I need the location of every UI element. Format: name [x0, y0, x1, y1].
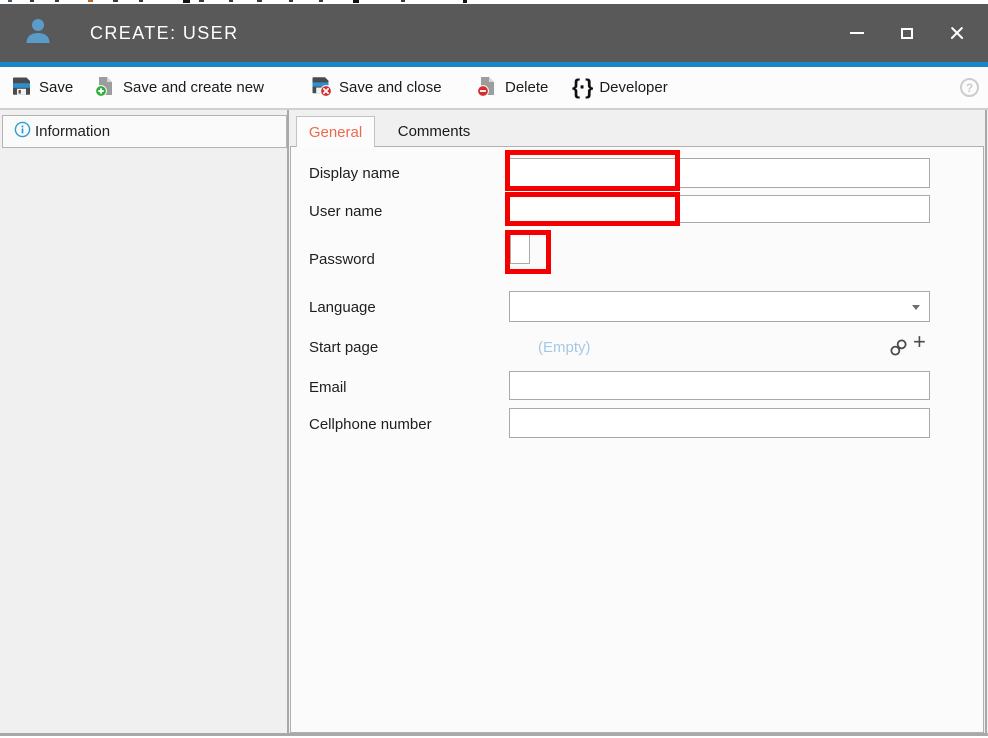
background-artifact	[8, 0, 12, 2]
tab-general[interactable]: General	[296, 116, 375, 147]
window-border-bottom	[0, 733, 988, 736]
background-artifact	[113, 0, 118, 2]
maximize-button[interactable]	[882, 4, 932, 62]
close-icon	[949, 25, 965, 41]
background-artifact	[463, 0, 467, 3]
window-controls	[832, 4, 982, 62]
minimize-button[interactable]	[832, 4, 882, 62]
save-new-icon	[94, 75, 116, 101]
language-label: Language	[309, 299, 376, 316]
email-label: Email	[309, 379, 347, 396]
background-artifact	[401, 0, 405, 2]
background-artifact	[199, 0, 204, 2]
background-artifact	[55, 0, 59, 2]
display-name-label: Display name	[309, 165, 400, 182]
save-icon	[10, 75, 32, 101]
password-input[interactable]	[510, 233, 530, 264]
background-artifact	[319, 0, 323, 2]
user-name-label: User name	[309, 203, 382, 220]
save-and-create-new-label: Save and create new	[123, 79, 264, 96]
close-button[interactable]	[932, 4, 982, 62]
background-artifact	[139, 0, 143, 2]
background-artifact	[183, 0, 190, 3]
create-user-window: CREATE: USER Save	[0, 0, 988, 738]
background-artifact	[30, 0, 34, 2]
tab-comments[interactable]: Comments	[375, 116, 493, 147]
help-icon[interactable]: ?	[960, 78, 979, 97]
cellphone-number-input[interactable]	[509, 408, 930, 438]
language-select[interactable]	[509, 291, 930, 322]
save-button[interactable]: Save	[6, 67, 77, 108]
minimize-icon	[850, 32, 864, 34]
save-close-icon	[310, 75, 332, 101]
maximize-icon	[901, 28, 913, 39]
info-icon	[14, 121, 31, 143]
save-and-close-label: Save and close	[339, 79, 442, 96]
sidebar-item-label: Information	[35, 123, 110, 140]
developer-label: Developer	[599, 79, 667, 96]
toolbar: Save Save and create new	[0, 67, 988, 110]
window-title: CREATE: USER	[90, 23, 239, 44]
email-input[interactable]	[509, 371, 930, 400]
user-name-input[interactable]	[509, 195, 930, 223]
sidebar-item-information[interactable]: Information	[2, 115, 287, 148]
background-artifact	[229, 0, 233, 2]
cellphone-number-label: Cellphone number	[309, 416, 432, 433]
link-icon[interactable]	[888, 337, 909, 363]
delete-button[interactable]: Delete	[472, 67, 552, 108]
add-icon[interactable]: +	[913, 331, 926, 353]
background-artifact	[88, 0, 93, 2]
user-person-icon	[22, 15, 54, 52]
background-artifact	[257, 0, 262, 2]
general-tab-panel: Display name User name Password Language…	[290, 146, 984, 733]
save-label: Save	[39, 79, 73, 96]
titlebar: CREATE: USER	[0, 4, 988, 62]
save-and-close-button[interactable]: Save and close	[306, 67, 446, 108]
password-label: Password	[309, 251, 375, 268]
chevron-down-icon	[912, 305, 920, 310]
start-page-value: (Empty)	[538, 339, 591, 356]
developer-button[interactable]: {·} Developer	[568, 67, 672, 108]
start-page-label: Start page	[309, 339, 378, 356]
delete-icon	[476, 75, 498, 101]
developer-icon: {·}	[572, 77, 592, 98]
save-and-create-new-button[interactable]: Save and create new	[90, 67, 268, 108]
window-border-right	[985, 110, 987, 736]
display-name-input[interactable]	[509, 158, 930, 188]
background-artifact	[289, 0, 293, 2]
sidebar-divider	[287, 110, 289, 736]
delete-label: Delete	[505, 79, 548, 96]
background-artifact	[353, 0, 359, 3]
